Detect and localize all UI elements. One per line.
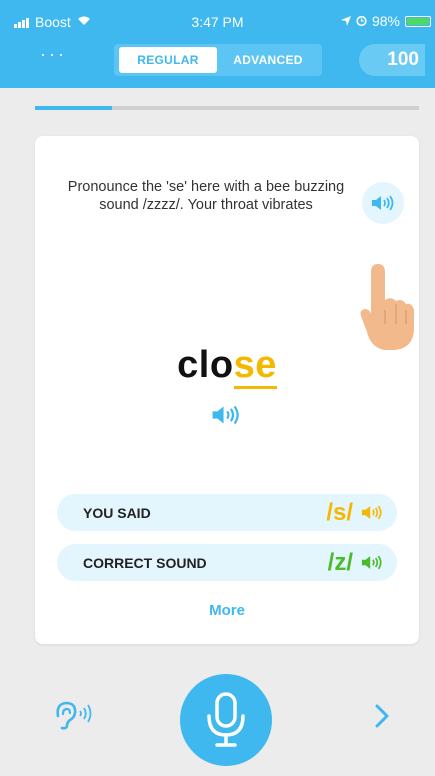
- record-button[interactable]: [180, 674, 272, 766]
- you-said-label: YOU SAID: [83, 504, 151, 521]
- correct-sound-value: /z/: [327, 548, 353, 576]
- speaker-icon: [361, 555, 382, 570]
- hand-pointer-icon: [360, 264, 414, 350]
- alarm-icon: [356, 13, 367, 29]
- correct-sound-audio-button[interactable]: [361, 554, 383, 576]
- you-said-audio-button[interactable]: [361, 504, 383, 526]
- battery-percent: 98%: [371, 13, 400, 29]
- listen-button[interactable]: [52, 700, 96, 735]
- word-prefix: clo: [177, 344, 234, 386]
- speaker-icon: [372, 195, 394, 211]
- instruction-text: Pronounce the 'se' here with a bee buzzi…: [67, 179, 345, 213]
- you-said-sound: /s/: [326, 498, 353, 526]
- target-word: close: [35, 344, 419, 389]
- word-audio-button[interactable]: [211, 404, 241, 431]
- correct-sound-label: CORRECT SOUND: [83, 554, 207, 571]
- next-button[interactable]: [372, 702, 392, 735]
- battery-icon: [405, 15, 431, 27]
- lesson-card: Pronounce the 'se' here with a bee buzzi…: [35, 136, 419, 644]
- score-badge: 100: [359, 44, 425, 76]
- you-said-row: YOU SAID /s/: [57, 494, 397, 531]
- tab-advanced[interactable]: ADVANCED: [219, 47, 317, 73]
- word-highlight: se: [233, 344, 277, 389]
- status-right: 98%: [340, 13, 431, 29]
- correct-sound-row: CORRECT SOUND /z/: [57, 544, 397, 581]
- speaker-icon: [212, 405, 239, 425]
- menu-dots-button[interactable]: ···: [40, 44, 67, 65]
- chevron-right-icon: [375, 704, 389, 728]
- mode-toggle: REGULAR ADVANCED: [114, 44, 322, 76]
- more-link[interactable]: More: [35, 602, 419, 619]
- ear-icon: [56, 701, 92, 730]
- app-header: Boost 3:47 PM 98% ··· REGULAR ADVANCED 1…: [0, 0, 435, 88]
- battery-fill: [407, 17, 429, 25]
- lesson-progress-bar: [35, 106, 419, 110]
- microphone-icon: [207, 692, 245, 747]
- status-bar: Boost 3:47 PM 98%: [0, 0, 435, 40]
- speaker-icon: [361, 505, 382, 520]
- instruction-audio-button[interactable]: [362, 182, 404, 224]
- tab-regular[interactable]: REGULAR: [119, 47, 217, 73]
- location-icon: [340, 13, 351, 29]
- lesson-progress-fill: [35, 106, 112, 110]
